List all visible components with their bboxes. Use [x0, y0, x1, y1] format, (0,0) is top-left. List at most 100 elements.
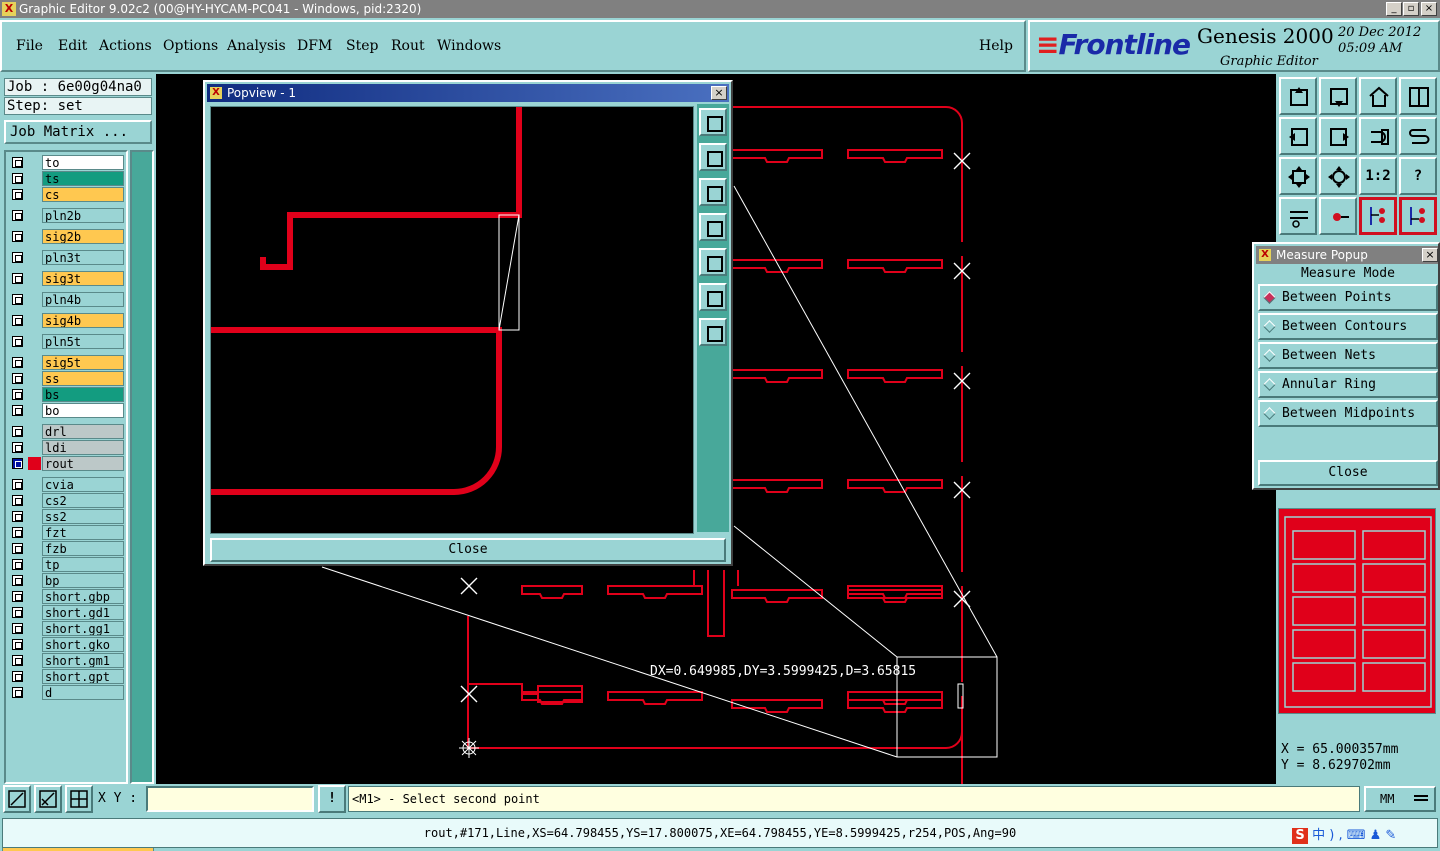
layer-checkbox[interactable] — [12, 458, 23, 469]
layer-checkbox[interactable] — [12, 623, 23, 634]
mode-between-nets[interactable]: Between Nets — [1258, 342, 1438, 369]
layer-checkbox[interactable] — [12, 479, 23, 490]
pan-right-tool[interactable] — [1319, 117, 1357, 155]
mode-between-midpoints[interactable]: Between Midpoints — [1258, 400, 1438, 427]
layer-checkbox[interactable] — [12, 607, 23, 618]
layer-row-ss2[interactable]: ss2 — [8, 509, 126, 524]
layer-checkbox[interactable] — [12, 543, 23, 554]
layer-checkbox[interactable] — [12, 591, 23, 602]
layer-name[interactable]: short.gg1 — [42, 621, 124, 636]
snap-tool-icon[interactable] — [3, 785, 31, 813]
layer-name[interactable]: ss — [42, 371, 124, 386]
layer-name[interactable]: ss2 — [42, 509, 124, 524]
layer-row-pln3t[interactable]: pln3t — [8, 250, 126, 265]
layer-checkbox[interactable] — [12, 231, 23, 242]
pan-up-tool[interactable] — [1279, 77, 1317, 115]
measure-title-bar[interactable]: X Measure Popup × — [1256, 246, 1438, 264]
menu-windows[interactable]: Windows — [437, 38, 501, 54]
excl-button[interactable]: ! — [318, 785, 346, 813]
layer-row-pln4b[interactable]: pln4b — [8, 292, 126, 307]
pan-left-tool[interactable] — [1279, 117, 1317, 155]
layer-checkbox[interactable] — [12, 426, 23, 437]
layer-row-sig4b[interactable]: sig4b — [8, 313, 126, 328]
layer-row-fzb[interactable]: fzb — [8, 541, 126, 556]
popview-pan-right-button[interactable] — [699, 248, 727, 276]
layer-name[interactable]: rout — [42, 456, 124, 471]
menu-dfm[interactable]: DFM — [297, 38, 332, 54]
layer-checkbox[interactable] — [12, 189, 23, 200]
minimize-button[interactable]: _ — [1386, 2, 1402, 16]
layer-row-pln5t[interactable]: pln5t — [8, 334, 126, 349]
layer-row-fzt[interactable]: fzt — [8, 525, 126, 540]
pan-down-tool[interactable] — [1319, 77, 1357, 115]
layer-name[interactable]: d — [42, 685, 124, 700]
layer-highlight-icon[interactable] — [1399, 197, 1437, 235]
layer-name[interactable]: fzt — [42, 525, 124, 540]
snap-edge-icon[interactable] — [34, 785, 62, 813]
split-view-tool[interactable] — [1399, 77, 1437, 115]
layer-checkbox[interactable] — [12, 210, 23, 221]
popview-pan-down-button[interactable] — [699, 178, 727, 206]
layer-name[interactable]: ldi — [42, 440, 124, 455]
layer-name[interactable]: to — [42, 155, 124, 170]
layer-row-sig3t[interactable]: sig3t — [8, 271, 126, 286]
layer-checkbox[interactable] — [12, 442, 23, 453]
layer-name[interactable]: tp — [42, 557, 124, 572]
layer-list-scrollbar[interactable] — [130, 150, 154, 784]
layer-checkbox[interactable] — [12, 559, 23, 570]
layer-checkbox[interactable] — [12, 671, 23, 682]
undo-view-tool[interactable] — [1359, 117, 1397, 155]
layer-name[interactable]: bo — [42, 403, 124, 418]
layer-name[interactable]: pln4b — [42, 292, 124, 307]
layer-name[interactable]: short.gpt — [42, 669, 124, 684]
overview-map[interactable] — [1278, 508, 1436, 714]
popview-zoom-out-button[interactable] — [699, 318, 727, 346]
layer-checkbox[interactable] — [12, 173, 23, 184]
probe-tool-icon[interactable] — [1319, 197, 1357, 235]
ime-toolbar[interactable]: S 中 ) , ⌨ ♟ ✎ — [1292, 824, 1436, 844]
units-select[interactable]: MM — [1364, 786, 1436, 812]
layer-name[interactable]: short.gko — [42, 637, 124, 652]
layer-row-tp[interactable]: tp — [8, 557, 126, 572]
layer-row-sig5t[interactable]: sig5t — [8, 355, 126, 370]
menu-file[interactable]: File — [16, 38, 43, 54]
layer-row-ts[interactable]: ts — [8, 171, 126, 186]
layer-row-short-gg1[interactable]: short.gg1 — [8, 621, 126, 636]
layer-row-bo[interactable]: bo — [8, 403, 126, 418]
popview-zoom-in-button[interactable] — [699, 283, 727, 311]
mode-annular-ring[interactable]: Annular Ring — [1258, 371, 1438, 398]
measure-close-icon[interactable]: × — [1422, 248, 1438, 262]
layer-checkbox[interactable] — [12, 373, 23, 384]
popview-close-button[interactable]: Close — [210, 538, 726, 562]
layer-compare-icon[interactable] — [1359, 197, 1397, 235]
layer-checkbox[interactable] — [12, 639, 23, 650]
layer-checkbox[interactable] — [12, 405, 23, 416]
layer-checkbox[interactable] — [12, 389, 23, 400]
popview-zoom-fit-button[interactable] — [699, 108, 727, 136]
layer-row-sig2b[interactable]: sig2b — [8, 229, 126, 244]
menu-edit[interactable]: Edit — [58, 38, 87, 54]
layer-checkbox[interactable] — [12, 575, 23, 586]
redraw-tool[interactable] — [1399, 117, 1437, 155]
layer-row-cs[interactable]: cs — [8, 187, 126, 202]
layer-name[interactable]: sig2b — [42, 229, 124, 244]
maximize-button[interactable]: ▫ — [1403, 2, 1419, 16]
layer-row-pln2b[interactable]: pln2b — [8, 208, 126, 223]
layer-checkbox[interactable] — [12, 655, 23, 666]
menu-help[interactable]: Help — [979, 38, 1013, 54]
menu-step[interactable]: Step — [346, 38, 378, 54]
layer-checkbox[interactable] — [12, 273, 23, 284]
layer-name[interactable]: sig3t — [42, 271, 124, 286]
layer-row-short-gpt[interactable]: short.gpt — [8, 669, 126, 684]
layer-name[interactable]: bp — [42, 573, 124, 588]
layer-name[interactable]: short.gm1 — [42, 653, 124, 668]
layer-row-short-gbp[interactable]: short.gbp — [8, 589, 126, 604]
menu-options[interactable]: Options — [163, 38, 218, 54]
menu-actions[interactable]: Actions — [99, 38, 152, 54]
popview-pan-up-button[interactable] — [699, 143, 727, 171]
layer-row-d[interactable]: d — [8, 685, 126, 700]
layer-name[interactable]: cs — [42, 187, 124, 202]
mode-between-contours[interactable]: Between Contours — [1258, 313, 1438, 340]
layer-row-ldi[interactable]: ldi — [8, 440, 126, 455]
layer-name[interactable]: ts — [42, 171, 124, 186]
